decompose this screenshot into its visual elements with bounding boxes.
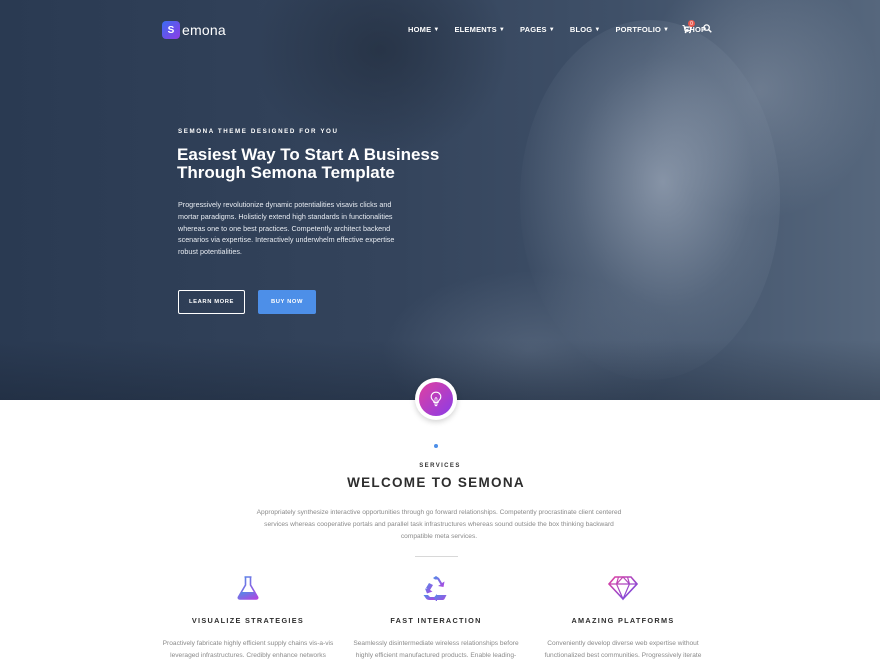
feature-title: VISUALIZE STRATEGIES	[191, 616, 305, 625]
section-divider	[415, 556, 458, 557]
feature-card: FAST INTERACTION Seamlessly disintermedi…	[336, 574, 536, 660]
lightbulb-badge	[415, 378, 457, 420]
nav-item-label: PORTFOLIO	[615, 25, 662, 34]
services-description: Appropriately synthesize interactive opp…	[256, 509, 622, 540]
lightbulb-badge-inner	[419, 382, 453, 416]
logo-mark-icon: S	[162, 21, 180, 39]
main-nav: HOME ▼ ELEMENTS ▼ PAGES ▼ BLOG ▼ PORTFOL…	[408, 25, 721, 34]
nav-item-home[interactable]: HOME ▼	[408, 25, 439, 34]
cart-count-badge: 0	[688, 20, 695, 27]
flask-icon	[148, 574, 348, 602]
diamond-icon	[523, 574, 723, 602]
feature-description: Proactively fabricate highly efficient s…	[162, 640, 334, 659]
services-title: WELCOME TO SEMONA	[347, 475, 525, 490]
nav-item-pages[interactable]: PAGES ▼	[520, 25, 555, 34]
feature-card: AMAZING PLATFORMS Conveniently develop d…	[523, 574, 723, 660]
feature-title: FAST INTERACTION	[390, 616, 482, 625]
feature-description: Conveniently develop diverse web experti…	[544, 640, 702, 659]
nav-item-label: BLOG	[569, 25, 593, 34]
nav-item-blog[interactable]: BLOG ▼	[570, 25, 601, 34]
feature-description: Seamlessly disintermediate wireless rela…	[353, 640, 519, 659]
logo-text: emona	[182, 22, 226, 38]
section-dot	[434, 444, 438, 448]
feature-title: AMAZING PLATFORMS	[571, 616, 675, 625]
learn-more-button[interactable]: LEARN MORE	[178, 290, 245, 314]
nav-item-elements[interactable]: ELEMENTS ▼	[454, 25, 505, 34]
services-eyebrow: SERVICES	[419, 463, 461, 469]
chevron-down-icon: ▼	[548, 26, 555, 33]
hero-description: Progressively revolutionize dynamic pote…	[178, 200, 395, 257]
nav-item-label: ELEMENTS	[454, 25, 497, 34]
nav-item-label: HOME	[408, 25, 432, 34]
buy-now-button[interactable]: BUY NOW	[258, 290, 316, 314]
nav-item-label: PAGES	[520, 25, 547, 34]
chevron-down-icon: ▼	[663, 26, 670, 33]
recycle-icon	[336, 574, 536, 602]
nav-item-portfolio[interactable]: PORTFOLIO ▼	[615, 25, 669, 34]
chevron-down-icon: ▼	[498, 26, 506, 33]
hero-section	[0, 0, 880, 400]
feature-card: VISUALIZE STRATEGIES Proactively fabrica…	[148, 574, 348, 660]
hero-title: Easiest Way To Start A Business Through …	[177, 146, 497, 182]
hero-title-line-1: Easiest Way To Start A Business	[177, 145, 440, 164]
hero-eyebrow: SEMONA THEME DESIGNED FOR YOU	[178, 128, 339, 135]
site-logo[interactable]: S emona	[162, 21, 226, 39]
lightbulb-icon	[430, 391, 442, 407]
chevron-down-icon: ▼	[433, 26, 440, 33]
chevron-down-icon: ▼	[594, 26, 601, 33]
hero-title-line-2: Through Semona Template	[177, 163, 395, 182]
hero-background-shade	[250, 0, 510, 160]
search-icon[interactable]	[703, 24, 712, 36]
